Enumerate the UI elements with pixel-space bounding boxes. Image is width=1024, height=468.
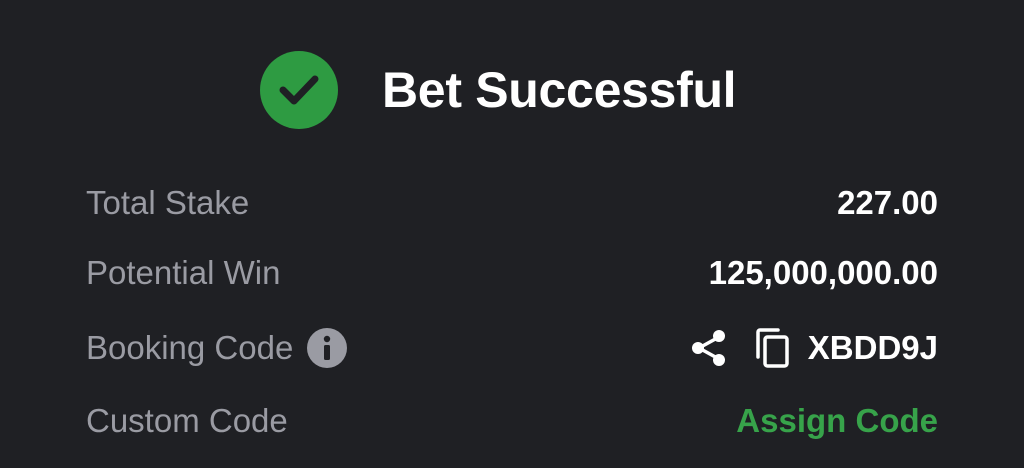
booking-code-row: Booking Code XBDD9J [86,323,938,373]
booking-code-value-group: XBDD9J [690,327,938,369]
custom-code-row: Custom Code Assign Code [86,396,938,446]
booking-code-label-group: Booking Code [86,328,348,368]
potential-win-value: 125,000,000.00 [708,254,938,291]
total-stake-value: 227.00 [837,184,938,221]
booking-code-value: XBDD9J [807,329,938,366]
potential-win-label: Potential Win [86,254,281,291]
page-title: Bet Successful [382,62,737,118]
custom-code-label: Custom Code [86,402,288,439]
total-stake-row: Total Stake 227.00 [86,178,938,228]
assign-code-link[interactable]: Assign Code [736,402,938,440]
share-icon[interactable] [690,328,728,368]
check-circle-icon [260,51,338,129]
info-icon[interactable] [307,328,348,368]
bet-confirmation-panel: Bet Successful Total Stake 227.00 Potent… [0,0,1024,468]
total-stake-label: Total Stake [86,184,250,221]
copy-icon[interactable] [754,327,792,369]
potential-win-row: Potential Win 125,000,000.00 [86,248,938,298]
bet-success-header: Bet Successful [260,50,737,130]
booking-code-label: Booking Code [86,329,294,366]
